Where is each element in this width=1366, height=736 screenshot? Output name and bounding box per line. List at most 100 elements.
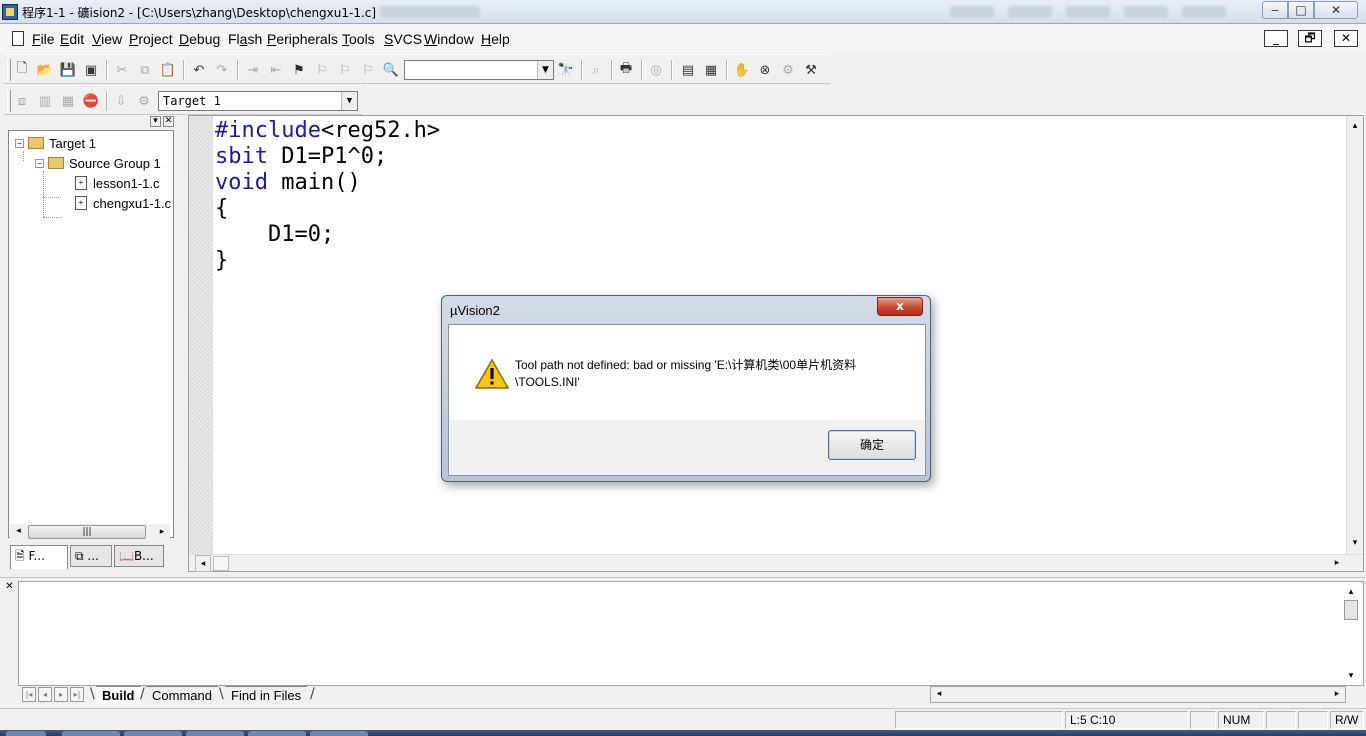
tab-command[interactable]: Command [146, 686, 218, 704]
paste-icon[interactable]: 📋 [158, 60, 178, 80]
menu-svcs[interactable]: SVCS [384, 31, 422, 47]
target-select[interactable]: Target 1 ▼ [158, 91, 358, 111]
close-icon[interactable]: ✕ [4, 582, 15, 593]
copy-icon[interactable]: ⧉ [135, 60, 155, 80]
tree-item-group[interactable]: − Source Group 1 [35, 154, 161, 172]
bookmark-icon[interactable]: ⚑ [289, 60, 309, 80]
menu-tools[interactable]: Tools [342, 31, 375, 47]
open-file-icon[interactable]: 📂 [35, 60, 55, 80]
tab-files[interactable]: 🗎 F... [10, 545, 68, 569]
target-options-icon[interactable]: ⚙ [134, 91, 154, 111]
download-icon[interactable]: ⇩ [111, 91, 131, 111]
source-browser-icon[interactable]: ◎ [646, 60, 666, 80]
undo-icon[interactable]: ↶ [189, 60, 209, 80]
code-area[interactable]: #include<reg52.h> sbit D1=P1^0; void mai… [215, 118, 440, 274]
save-all-icon[interactable]: ▣ [81, 60, 101, 80]
rebuild-icon[interactable]: ▦ [58, 91, 78, 111]
chevron-down-icon[interactable]: ▼ [341, 92, 357, 110]
build-output[interactable] [18, 581, 1364, 686]
indent-icon[interactable]: ⇥ [243, 60, 263, 80]
incremental-find-icon[interactable]: ⌕ [586, 60, 606, 80]
scroll-up-icon[interactable]: ▴ [1347, 118, 1363, 135]
tree-item-target[interactable]: − Target 1 [15, 134, 96, 152]
panel-menu-icon[interactable]: ▾ [150, 116, 161, 127]
scroll-left-icon[interactable]: ◂ [10, 524, 27, 541]
menu-edit[interactable]: Edit [60, 31, 84, 47]
menu-help[interactable]: Help [481, 31, 510, 47]
project-hscrollbar[interactable]: ◂ ||| ▸ [10, 524, 170, 541]
collapse-icon[interactable]: − [15, 138, 24, 148]
menu-debug[interactable]: Debug [179, 31, 220, 47]
menu-project[interactable]: Project [129, 31, 173, 47]
mdi-close-button[interactable]: ✕ [1334, 30, 1358, 47]
scroll-thumb[interactable] [213, 556, 229, 571]
output-hscrollbar[interactable]: ◂ ▸ [930, 686, 1346, 703]
mdi-minimize-button[interactable]: _ [1264, 30, 1288, 47]
taskbar-item[interactable] [310, 731, 368, 736]
build-icon[interactable]: ▥ [35, 91, 55, 111]
tab-build[interactable]: Build [96, 686, 141, 704]
close-window-button[interactable]: ✕ [1314, 1, 1358, 19]
menu-flash[interactable]: Flash [228, 31, 262, 47]
taskbar-item[interactable] [124, 731, 182, 736]
next-bookmark-icon[interactable]: ⚐ [312, 60, 332, 80]
output-vscrollbar[interactable]: ▴ ▾ [1343, 582, 1360, 686]
output-window-icon[interactable]: ▦ [701, 60, 721, 80]
new-file-icon[interactable]: 🗋 [12, 60, 32, 80]
scroll-up-icon[interactable]: ▴ [1343, 584, 1359, 600]
stop-icon[interactable]: ⊗ [755, 60, 775, 80]
print-icon[interactable]: 🖶 [616, 60, 636, 80]
redo-icon[interactable]: ↷ [212, 60, 232, 80]
collapse-icon[interactable]: − [35, 158, 44, 168]
scroll-down-icon[interactable]: ▾ [1343, 668, 1359, 684]
find-combo[interactable]: ▼ [404, 60, 554, 80]
hand-icon[interactable]: ✋ [732, 60, 752, 80]
unindent-icon[interactable]: ⇤ [266, 60, 286, 80]
taskbar-item[interactable] [248, 731, 306, 736]
first-tab-icon[interactable]: |◂ [22, 687, 36, 702]
scroll-left-icon[interactable]: ◂ [195, 555, 211, 572]
translate-icon[interactable]: ⧈ [12, 91, 32, 111]
tab-regs[interactable]: ⧉ ... [70, 545, 112, 567]
next-tab-icon[interactable]: ▸ [54, 687, 68, 702]
scroll-thumb[interactable]: ||| [28, 525, 146, 539]
dialog-close-button[interactable]: x [877, 297, 923, 316]
project-window-icon[interactable]: ▤ [678, 60, 698, 80]
save-icon[interactable]: 💾 [58, 60, 78, 80]
stop-build-icon[interactable]: ⛔ [81, 91, 101, 111]
find-icon[interactable]: 🔭 [556, 60, 576, 80]
prev-tab-icon[interactable]: ◂ [38, 687, 52, 702]
scroll-right-icon[interactable]: ▸ [154, 524, 170, 541]
tree-item-file[interactable]: + chengxu1-1.c [75, 194, 171, 212]
scroll-down-icon[interactable]: ▾ [1347, 535, 1363, 552]
config-icon[interactable]: ⚙ [778, 60, 798, 80]
menu-view[interactable]: View [92, 31, 122, 47]
clear-bookmarks-icon[interactable]: ⚐ [358, 60, 378, 80]
tab-books[interactable]: 📖B... [114, 545, 164, 567]
editor-hscrollbar[interactable]: ◂ ▸ [189, 554, 1363, 572]
menu-file[interactable]: File [32, 31, 55, 47]
mdi-restore-button[interactable]: 🗗 [1298, 30, 1322, 47]
toolbar-grip[interactable] [7, 90, 11, 112]
scroll-right-icon[interactable]: ▸ [1331, 687, 1343, 702]
cut-icon[interactable]: ✂ [112, 60, 132, 80]
toolbar-grip[interactable] [7, 59, 11, 81]
prev-bookmark-icon[interactable]: ⚐ [335, 60, 355, 80]
panel-close-icon[interactable]: ✕ [163, 116, 174, 127]
scroll-right-icon[interactable]: ▸ [1329, 555, 1345, 572]
editor-vscrollbar[interactable]: ▴ ▾ [1346, 116, 1363, 554]
last-tab-icon[interactable]: ▸| [70, 687, 84, 702]
chevron-down-icon[interactable]: ▼ [537, 61, 553, 79]
options-icon[interactable]: ⚒ [801, 60, 821, 80]
taskbar-item[interactable] [186, 731, 244, 736]
start-button[interactable] [6, 731, 46, 736]
find-in-files-icon[interactable]: 🔍 [381, 60, 401, 80]
menu-peripherals[interactable]: Peripherals [267, 31, 338, 47]
menu-window[interactable]: Window [424, 31, 474, 47]
tree-item-file[interactable]: + lesson1-1.c [75, 174, 159, 192]
minimize-button[interactable]: ‒ [1262, 1, 1288, 19]
ok-button[interactable]: 确定 [828, 430, 916, 460]
tab-find-in-files[interactable]: Find in Files [225, 686, 308, 704]
taskbar-item[interactable] [62, 731, 120, 736]
scroll-left-icon[interactable]: ◂ [933, 687, 945, 702]
